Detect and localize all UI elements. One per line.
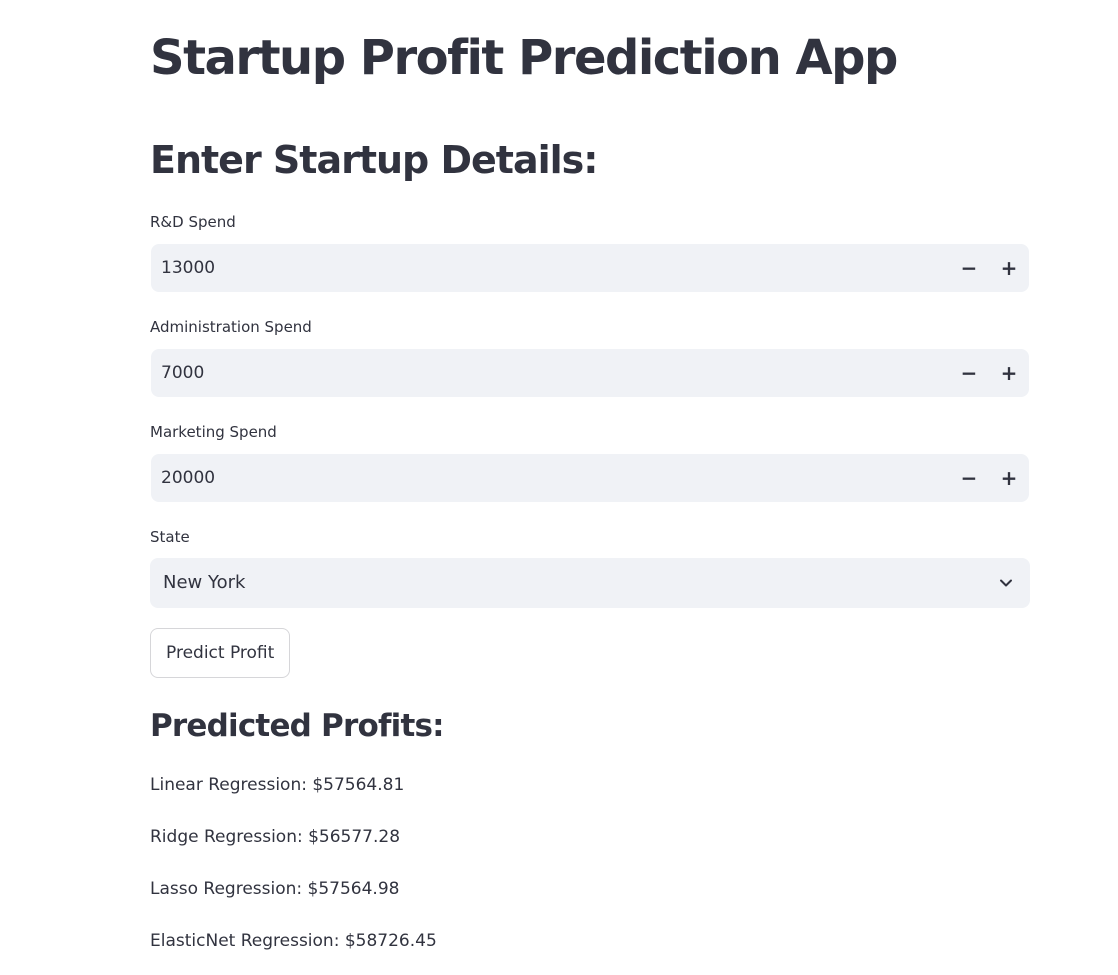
results-title: Predicted Profits: bbox=[150, 708, 445, 744]
administration-spend-field[interactable] bbox=[161, 349, 921, 397]
marketing-spend-increment-button[interactable]: + bbox=[991, 460, 1027, 496]
marketing-spend-label: Marketing Spend bbox=[150, 423, 277, 441]
predict-profit-button[interactable]: Predict Profit bbox=[150, 628, 291, 678]
rd-spend-number-input: − + bbox=[151, 244, 1029, 292]
administration-spend-label: Administration Spend bbox=[150, 318, 312, 336]
app-title: Startup Profit Prediction App bbox=[150, 30, 898, 86]
main-content: Startup Profit Prediction App Enter Star… bbox=[0, 0, 1118, 975]
result-lasso-regression: Lasso Regression: $57564.98 bbox=[150, 879, 400, 899]
result-ridge-regression: Ridge Regression: $56577.28 bbox=[150, 827, 401, 847]
state-label: State bbox=[150, 528, 190, 546]
rd-spend-label: R&D Spend bbox=[150, 213, 236, 231]
administration-spend-increment-button[interactable]: + bbox=[991, 355, 1027, 391]
marketing-spend-decrement-button[interactable]: − bbox=[951, 460, 987, 496]
result-linear-regression: Linear Regression: $57564.81 bbox=[150, 775, 405, 795]
state-select[interactable]: New York bbox=[150, 558, 1030, 608]
rd-spend-decrement-button[interactable]: − bbox=[951, 250, 987, 286]
administration-spend-decrement-button[interactable]: − bbox=[951, 355, 987, 391]
result-elasticnet-regression: ElasticNet Regression: $58726.45 bbox=[150, 931, 437, 951]
marketing-spend-number-input: − + bbox=[151, 454, 1029, 502]
administration-spend-number-input: − + bbox=[151, 349, 1029, 397]
marketing-spend-field[interactable] bbox=[161, 454, 921, 502]
state-selected-value: New York bbox=[163, 572, 246, 593]
form-section-title: Enter Startup Details: bbox=[150, 138, 598, 182]
rd-spend-field[interactable] bbox=[161, 244, 921, 292]
chevron-down-icon bbox=[1000, 579, 1012, 587]
rd-spend-increment-button[interactable]: + bbox=[991, 250, 1027, 286]
